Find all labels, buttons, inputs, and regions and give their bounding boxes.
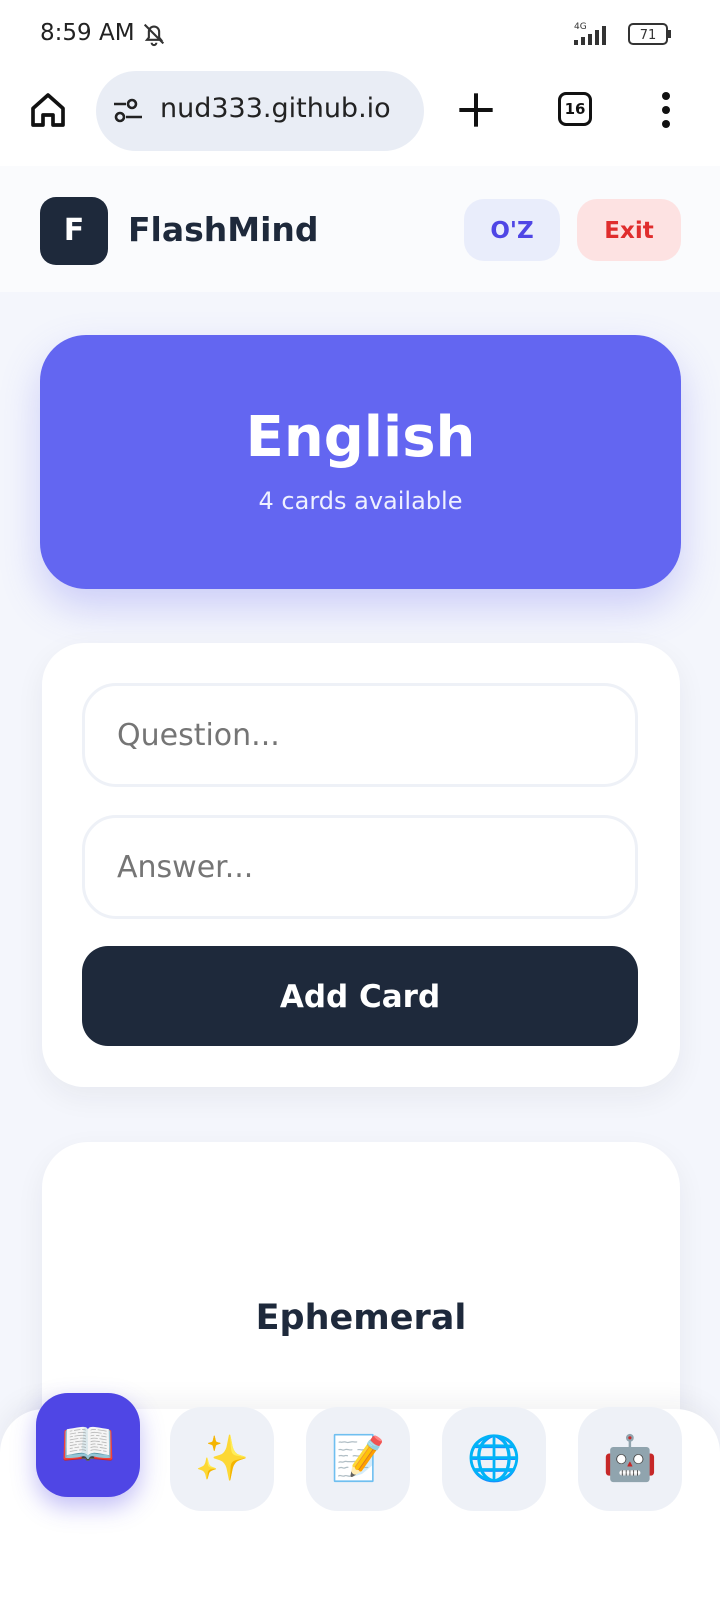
deck-banner: English 4 cards available xyxy=(40,335,681,589)
nav-cards-button[interactable]: 📖 xyxy=(36,1393,140,1497)
book-icon: 📖 xyxy=(60,1419,116,1470)
signal-icon: 4G xyxy=(574,22,606,45)
tab-switcher-button[interactable]: 16 xyxy=(558,92,592,126)
nav-translate-button[interactable]: 🌐 xyxy=(442,1407,546,1511)
battery-level: 71 xyxy=(640,28,657,43)
nav-notes-button[interactable]: 📝 xyxy=(306,1407,410,1511)
new-tab-icon[interactable] xyxy=(456,90,496,130)
url-text: nud333.github.io xyxy=(160,93,391,124)
deck-card-count: 4 cards available xyxy=(258,487,463,515)
flashcard-term: Ephemeral xyxy=(255,1298,467,1338)
add-card-form: Add Card xyxy=(42,643,680,1087)
app-name: FlashMind xyxy=(128,210,319,249)
battery-icon: 71 xyxy=(628,23,671,45)
robot-icon: 🤖 xyxy=(602,1433,658,1484)
browser-toolbar: nud333.github.io 16 xyxy=(0,68,720,168)
nav-ai-assistant-button[interactable]: 🤖 xyxy=(578,1407,682,1511)
status-time: 8:59 AM xyxy=(40,20,135,46)
add-card-button[interactable]: Add Card xyxy=(82,946,638,1046)
more-menu-icon[interactable] xyxy=(658,90,674,130)
app-header: F FlashMind O'Z Exit xyxy=(0,166,720,292)
question-input[interactable] xyxy=(82,683,638,787)
bottom-nav: 📖 ✨ 📝 🌐 🤖 xyxy=(0,1393,720,1600)
memo-icon: 📝 xyxy=(330,1433,386,1484)
status-bar: 8:59 AM 4G 71 xyxy=(0,0,720,68)
address-bar[interactable]: nud333.github.io xyxy=(96,71,424,151)
sparkles-icon: ✨ xyxy=(194,1433,250,1484)
app-logo: F xyxy=(40,197,108,265)
bell-muted-icon xyxy=(143,23,165,47)
network-label: 4G xyxy=(574,22,587,32)
exit-button[interactable]: Exit xyxy=(577,199,681,261)
globe-icon: 🌐 xyxy=(466,1433,522,1484)
nav-ai-generate-button[interactable]: ✨ xyxy=(170,1407,274,1511)
site-settings-icon[interactable] xyxy=(112,97,144,125)
home-icon[interactable] xyxy=(28,90,68,130)
deck-title: English xyxy=(245,405,476,470)
language-button[interactable]: O'Z xyxy=(464,199,560,261)
answer-input[interactable] xyxy=(82,815,638,919)
